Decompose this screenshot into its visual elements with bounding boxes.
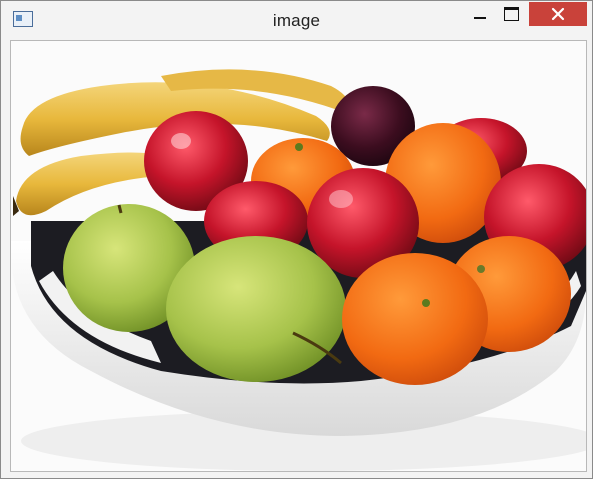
close-button[interactable]	[529, 2, 587, 26]
image-display	[10, 40, 587, 472]
minimize-button[interactable]	[467, 3, 493, 25]
title-bar[interactable]: image	[1, 1, 592, 39]
fruit-bowl-image	[11, 41, 586, 471]
maximize-icon	[503, 7, 519, 21]
close-icon	[551, 7, 565, 21]
minimize-icon	[474, 17, 486, 19]
maximize-button[interactable]	[498, 3, 524, 25]
app-window: image	[0, 0, 593, 479]
